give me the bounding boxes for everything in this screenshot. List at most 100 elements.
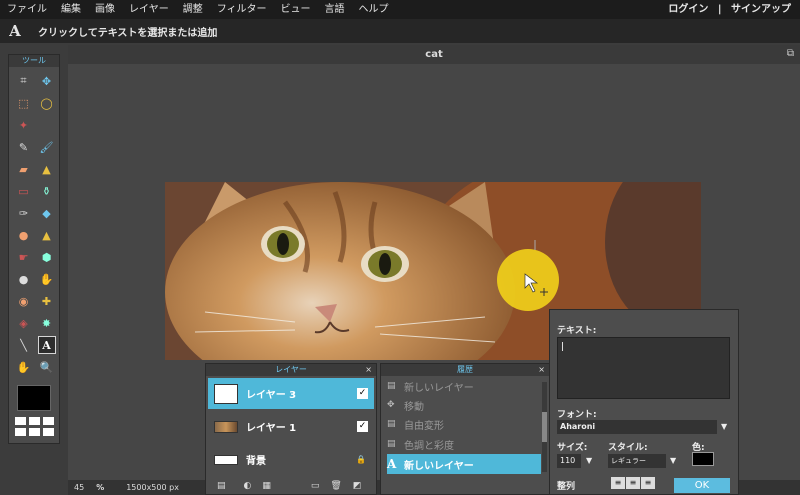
layer-corner-icon: ◩ xyxy=(352,481,362,491)
tool-options-bar: A クリックしてテキストを選択または追加 xyxy=(0,19,800,43)
layer-icon: ▤ xyxy=(387,419,396,429)
tool-button[interactable]: 🖌 xyxy=(35,136,58,158)
tool-button[interactable]: ● xyxy=(12,268,35,290)
tool-button[interactable]: 🔍 xyxy=(35,356,58,378)
history-item-label: 自由変形 xyxy=(404,420,444,432)
history-panel: 履歴 × ▤ 新しいレイヤー ✥ 移動 ▤ 自由変形 ▤ 色調と彩度 A 新しい… xyxy=(380,363,550,495)
tool-button[interactable]: ✋ xyxy=(35,268,58,290)
layer-mask-icon[interactable]: ◐ xyxy=(244,481,252,491)
layers-close-icon[interactable]: × xyxy=(365,364,372,376)
tool-button[interactable]: ⬢ xyxy=(35,246,58,268)
tool-button[interactable]: ✸ xyxy=(35,312,58,334)
signup-link[interactable]: サインアップ xyxy=(731,4,791,15)
size-select[interactable]: 110 xyxy=(557,454,581,468)
history-item[interactable]: ✥ 移動 xyxy=(387,395,541,415)
history-item-label: 移動 xyxy=(404,401,424,413)
layer-row-3[interactable]: レイヤー 3 ✓ xyxy=(208,378,374,409)
menu-help[interactable]: ヘルプ xyxy=(352,0,396,19)
window-toggle-icon[interactable]: ⧉ xyxy=(787,48,794,59)
chevron-down-icon[interactable]: ▼ xyxy=(721,422,727,431)
bloat-icon: ◈ xyxy=(19,316,28,330)
tool-button[interactable]: ● xyxy=(12,224,35,246)
text-input[interactable] xyxy=(557,337,730,399)
align-right-icon[interactable]: ≡ xyxy=(641,477,655,489)
align-center-icon[interactable]: ≡ xyxy=(626,477,640,489)
tool-button[interactable]: ◉ xyxy=(12,290,35,312)
style-label: スタイル: xyxy=(608,443,648,453)
tool-button[interactable]: ⚱ xyxy=(35,180,58,202)
tool-button[interactable]: ✚ xyxy=(35,290,58,312)
history-item[interactable]: ▤ 新しいレイヤー xyxy=(387,376,541,396)
tool-button[interactable]: ☛ xyxy=(12,246,35,268)
text-color-swatch[interactable] xyxy=(692,452,714,466)
text-tool-icon: A xyxy=(37,336,56,354)
align-label: 整列 xyxy=(557,482,576,492)
tool-button[interactable]: ✎ xyxy=(12,136,35,158)
history-item[interactable]: ▤ 色調と彩度 xyxy=(387,434,541,454)
tool-button[interactable]: ✦ xyxy=(12,114,35,136)
layers-footer: ▤ ◐ ▦ ▭ 🗑 ◩ xyxy=(206,478,376,494)
chevron-down-icon[interactable]: ▼ xyxy=(670,456,676,465)
menu-image[interactable]: 画像 xyxy=(88,0,122,19)
zoom-icon: 🔍 xyxy=(39,360,54,374)
login-link[interactable]: ログイン xyxy=(668,4,708,15)
history-item-label: 新しいレイヤー xyxy=(404,382,474,394)
gradient-icon: ▭ xyxy=(18,184,29,198)
tool-button[interactable]: ⌗ xyxy=(12,70,35,92)
tool-button[interactable]: A xyxy=(35,334,58,356)
layer-row-1[interactable]: レイヤー 1 ✓ xyxy=(208,411,374,442)
layer-visibility-checkbox[interactable]: ✓ xyxy=(357,421,368,432)
layer-style-icon[interactable]: ▦ xyxy=(262,481,271,491)
tool-button[interactable]: ▲ xyxy=(35,224,58,246)
history-panel-title: 履歴 × xyxy=(381,364,549,376)
tool-button[interactable]: ◯ xyxy=(35,92,58,114)
layout-grid-icon[interactable] xyxy=(15,417,55,437)
history-scrollbar[interactable] xyxy=(542,382,547,472)
layer-name: レイヤー 1 xyxy=(246,423,297,434)
tool-button[interactable]: ▰ xyxy=(12,158,35,180)
text-tool-panel: テキスト: フォント: Aharoni ▼ サイズ: 110 ▼ スタイル: レ… xyxy=(549,309,739,495)
tool-button[interactable]: ✥ xyxy=(35,70,58,92)
menu-layer[interactable]: レイヤー xyxy=(122,0,176,19)
stamp-icon: ⚱ xyxy=(41,184,52,198)
history-close-icon[interactable]: × xyxy=(538,364,545,376)
new-layer-icon[interactable]: ▭ xyxy=(311,481,320,491)
layer-row-background[interactable]: 背景 🔒 xyxy=(208,444,374,475)
text-tool-indicator-icon: A xyxy=(9,22,21,40)
menu-adjust[interactable]: 調整 xyxy=(176,0,210,19)
zoom-value[interactable]: 45 xyxy=(74,483,84,492)
account-links: ログイン | サインアップ xyxy=(665,0,794,19)
tool-button xyxy=(35,114,58,136)
layer-properties-icon[interactable]: ▤ xyxy=(217,481,226,491)
tool-button[interactable]: ✑ xyxy=(12,202,35,224)
alignment-group: ≡ ≡ ≡ xyxy=(611,477,655,489)
tool-button[interactable]: ╲ xyxy=(12,334,35,356)
style-select[interactable]: レギュラー xyxy=(608,454,666,468)
tool-button[interactable]: ▲ xyxy=(35,158,58,180)
menu-language[interactable]: 言語 xyxy=(318,0,352,19)
history-item-current[interactable]: A 新しいレイヤー xyxy=(387,454,541,474)
history-item[interactable]: ▤ 自由変形 xyxy=(387,414,541,434)
tool-button[interactable]: ◆ xyxy=(35,202,58,224)
blur-icon: ● xyxy=(18,228,29,242)
tool-button[interactable]: ◈ xyxy=(12,312,35,334)
align-left-icon[interactable]: ≡ xyxy=(611,477,625,489)
primary-color-swatch[interactable] xyxy=(17,385,51,411)
sharpen-icon: ▲ xyxy=(42,228,51,242)
history-title-text: 履歴 xyxy=(457,365,473,374)
tool-button[interactable]: ⬚ xyxy=(12,92,35,114)
tool-button[interactable]: ✋ xyxy=(12,356,35,378)
tool-grid: ⌗ ✥ ⬚ ◯ ✦ ✎ 🖌 ▰ ▲ ▭ ⚱ ✑ ◆ ● ▲ ☛ ⬢ ● ✋ ◉ ✚ ◈ ✸ ╲ A ✋ 🔍 xyxy=(12,70,58,378)
layer-visibility-checkbox[interactable]: ✓ xyxy=(357,388,368,399)
text-label: テキスト: xyxy=(557,326,597,336)
tool-button[interactable]: ▭ xyxy=(12,180,35,202)
menu-filter[interactable]: フィルター xyxy=(210,0,274,19)
menu-bar: ファイル 編集 画像 レイヤー 調整 フィルター ビュー 言語 ヘルプ ログイン… xyxy=(0,0,800,19)
menu-file[interactable]: ファイル xyxy=(0,0,54,19)
menu-edit[interactable]: 編集 xyxy=(54,0,88,19)
font-select[interactable]: Aharoni xyxy=(557,420,717,434)
chevron-down-icon[interactable]: ▼ xyxy=(586,456,592,465)
ok-button[interactable]: OK xyxy=(674,478,730,493)
trash-icon[interactable]: 🗑 xyxy=(330,481,341,491)
menu-view[interactable]: ビュー xyxy=(274,0,318,19)
